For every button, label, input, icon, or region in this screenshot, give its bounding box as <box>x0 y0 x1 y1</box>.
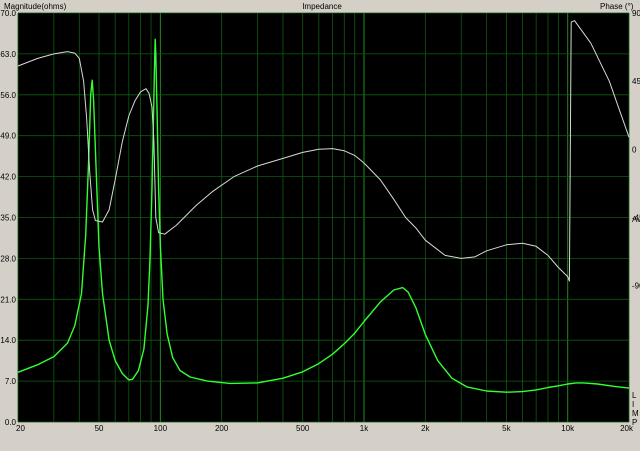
y-right-tick-label: -90 <box>632 282 640 291</box>
y-left-tick-label: 56.0 <box>0 91 16 100</box>
right-axis-label: Phase (°) <box>600 2 634 11</box>
y-right-tick-label: 45 <box>632 77 640 86</box>
x-tick-label: 500 <box>296 424 310 433</box>
y-left-tick-label: 42.0 <box>0 173 16 182</box>
corner-legend-letter: L <box>632 391 637 400</box>
chart-title: Impedance <box>302 2 342 11</box>
x-tick-label: 2k <box>421 424 430 433</box>
x-tick-label: 20 <box>16 424 25 433</box>
corner-legend-letter: M <box>632 409 639 418</box>
y-left-tick-label: 28.0 <box>0 254 16 263</box>
x-tick-label: 5k <box>502 424 511 433</box>
y-left-tick-label: 35.0 <box>0 214 16 223</box>
y-left-tick-label: 7.0 <box>5 377 17 386</box>
right-partial-label: Av <box>632 215 640 224</box>
x-tick-label: 200 <box>215 424 229 433</box>
y-left-tick-label: 63.0 <box>0 50 16 59</box>
y-right-tick-label: 0 <box>632 145 637 154</box>
x-tick-label: 50 <box>95 424 104 433</box>
y-left-tick-label: 0.0 <box>5 418 17 427</box>
corner-legend-letter: I <box>632 400 634 409</box>
y-left-tick-label: 14.0 <box>0 336 16 345</box>
x-tick-label: 100 <box>154 424 168 433</box>
x-tick-label: 10k <box>561 424 575 433</box>
impedance-chart: Magnitude(ohms) Impedance Phase (°) 0.07… <box>0 0 640 451</box>
corner-legend-letter: P <box>632 418 637 427</box>
y-right-tick-label: 90 <box>632 9 640 18</box>
y-left-tick-label: 70.0 <box>0 9 16 18</box>
x-tick-label: 1k <box>360 424 369 433</box>
y-left-tick-label: 49.0 <box>0 132 16 141</box>
y-left-tick-label: 21.0 <box>0 295 16 304</box>
